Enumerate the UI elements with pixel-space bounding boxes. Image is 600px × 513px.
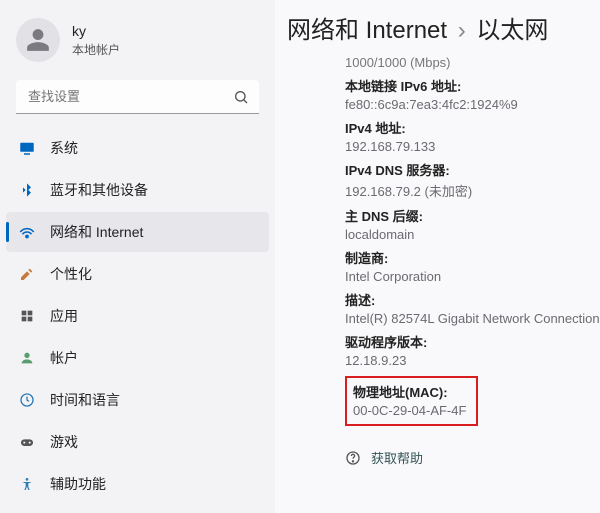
nav-item-privacy[interactable]: 隐私和安全性 [6,506,269,513]
nav-label: 系统 [50,138,78,158]
nav-item-accounts[interactable]: 帐户 [6,338,269,378]
nav-item-apps[interactable]: 应用 [6,296,269,336]
system-icon [18,139,36,157]
nav-label: 应用 [50,306,78,326]
ipv4-value: 192.168.79.133 [345,139,600,154]
nav-item-system[interactable]: 系统 [6,128,269,168]
help-icon [345,450,361,466]
ipv4-label: IPv4 地址: [345,118,600,137]
nav-label: 蓝牙和其他设备 [50,180,148,200]
ipv6link-value: fe80::6c9a:7ea3:4fc2:1924%9 [345,97,600,112]
help-row[interactable]: 获取帮助 [345,448,600,467]
user-block[interactable]: ky 本地帐户 [0,8,275,80]
description-value: Intel(R) 82574L Gigabit Network Connecti… [345,311,600,326]
nav-label: 时间和语言 [50,390,120,410]
nav-item-network[interactable]: 网络和 Internet [6,212,269,252]
breadcrumb: 网络和 Internet › 以太网 [285,8,600,53]
nav-item-gaming[interactable]: 游戏 [6,422,269,462]
search-icon [233,89,249,105]
search-input[interactable] [16,80,259,114]
user-subtitle: 本地帐户 [72,41,120,58]
breadcrumb-sep: › [458,17,466,44]
mac-label: 物理地址(MAC): [353,382,466,401]
manufacturer-label: 制造商: [345,248,600,267]
network-icon [18,223,36,241]
nav-label: 网络和 Internet [50,222,143,242]
ipv4dns-label: IPv4 DNS 服务器: [345,160,600,179]
help-label: 获取帮助 [371,448,423,467]
gaming-icon [18,433,36,451]
nav-label: 个性化 [50,264,92,284]
nav-item-time[interactable]: 时间和语言 [6,380,269,420]
description-label: 描述: [345,290,600,309]
dnssuffix-label: 主 DNS 后缀: [345,206,600,225]
manufacturer-value: Intel Corporation [345,269,600,284]
personalization-icon [18,265,36,283]
driver-value: 12.18.9.23 [345,353,600,368]
ipv4dns-value: 192.168.79.2 (未加密) [345,181,600,200]
breadcrumb-parent[interactable]: 网络和 Internet [287,17,447,44]
nav-label: 帐户 [50,348,78,368]
nav-label: 辅助功能 [50,474,106,494]
user-name: ky [72,23,120,39]
mac-highlight: 物理地址(MAC): 00-0C-29-04-AF-4F [345,376,478,426]
driver-label: 驱动程序版本: [345,332,600,351]
accounts-icon [18,349,36,367]
avatar [16,18,60,62]
nav-item-accessibility[interactable]: 辅助功能 [6,464,269,504]
nav-item-personalization[interactable]: 个性化 [6,254,269,294]
details: 1000/1000 (Mbps) 本地链接 IPv6 地址: fe80::6c9… [285,55,600,467]
apps-icon [18,307,36,325]
ipv6link-label: 本地链接 IPv6 地址: [345,76,600,95]
bluetooth-icon [18,181,36,199]
main: 网络和 Internet › 以太网 1000/1000 (Mbps) 本地链接… [275,0,600,513]
nav: 系统 蓝牙和其他设备 网络和 Internet 个性化 应用 帐户 时间和语言 [0,128,275,513]
nav-item-bluetooth[interactable]: 蓝牙和其他设备 [6,170,269,210]
dnssuffix-value: localdomain [345,227,600,242]
link-speed: 1000/1000 (Mbps) [345,55,600,70]
nav-label: 游戏 [50,432,78,452]
search-wrap [16,80,259,114]
time-icon [18,391,36,409]
breadcrumb-current: 以太网 [476,17,548,44]
accessibility-icon [18,475,36,493]
mac-value: 00-0C-29-04-AF-4F [353,403,466,418]
